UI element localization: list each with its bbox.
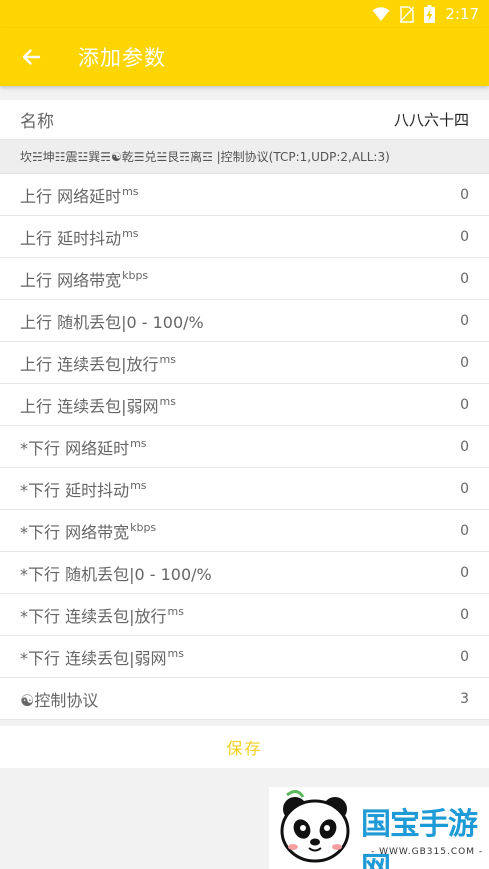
- param-value[interactable]: 0: [460, 313, 469, 329]
- param-label-text: *下行 网络带宽: [20, 522, 130, 542]
- param-label: *下行 网络延时ms: [20, 435, 147, 459]
- param-unit: ms: [130, 436, 147, 450]
- param-value[interactable]: 0: [460, 271, 469, 287]
- battery-charging-icon: [424, 5, 436, 23]
- param-row[interactable]: 上行 随机丢包|0 - 100/% 0: [0, 300, 489, 342]
- param-unit: ms: [130, 478, 147, 492]
- param-row[interactable]: *下行 随机丢包|0 - 100/% 0: [0, 552, 489, 594]
- param-row[interactable]: 上行 网络带宽kbps 0: [0, 258, 489, 300]
- param-label: *下行 延时抖动ms: [20, 477, 147, 501]
- param-label: 上行 连续丢包|放行ms: [20, 351, 176, 375]
- save-bar: 保存: [0, 726, 489, 768]
- param-unit: ms: [167, 646, 184, 660]
- param-label-text: 上行 延时抖动: [20, 228, 122, 248]
- name-field-label: 名称: [20, 112, 54, 132]
- panda-logo-icon: [280, 790, 350, 863]
- param-row[interactable]: 上行 连续丢包|弱网ms 0: [0, 384, 489, 426]
- param-value[interactable]: 0: [460, 439, 469, 455]
- param-label-text: 上行 连续丢包|放行: [20, 354, 159, 374]
- param-unit: ms: [159, 352, 176, 366]
- param-value[interactable]: 0: [460, 355, 469, 371]
- page-title: 添加参数: [78, 46, 166, 70]
- param-unit: ms: [122, 184, 139, 198]
- watermark-brand: 国宝手游网: [361, 807, 478, 869]
- param-value[interactable]: 0: [460, 229, 469, 245]
- param-value[interactable]: 0: [460, 481, 469, 497]
- param-label: 上行 网络带宽kbps: [20, 267, 148, 291]
- name-field-value[interactable]: 八八六十四: [394, 109, 469, 130]
- param-row[interactable]: 上行 延时抖动ms 0: [0, 216, 489, 258]
- param-label: 上行 随机丢包|0 - 100/%: [20, 309, 204, 333]
- param-row[interactable]: *下行 连续丢包|放行ms 0: [0, 594, 489, 636]
- param-unit: kbps: [130, 520, 157, 534]
- param-row[interactable]: *下行 网络带宽kbps 0: [0, 510, 489, 552]
- param-row[interactable]: *下行 连续丢包|弱网ms 0: [0, 636, 489, 678]
- watermark-url: - WWW.GB315.COM -: [371, 847, 484, 857]
- param-value[interactable]: 0: [460, 565, 469, 581]
- param-value[interactable]: 0: [460, 187, 469, 203]
- param-label: 上行 网络延时ms: [20, 183, 139, 207]
- param-label: *下行 网络带宽kbps: [20, 519, 156, 543]
- wifi-icon: [372, 7, 390, 21]
- status-icons: 2:17: [372, 4, 479, 24]
- param-label-text: 上行 随机丢包|0 - 100/%: [20, 312, 204, 332]
- param-label-text: 上行 网络带宽: [20, 270, 122, 290]
- param-label-text: *下行 延时抖动: [20, 480, 130, 500]
- param-label-text: ☯控制协议: [20, 690, 99, 710]
- name-field-row[interactable]: 名称 八八六十四: [0, 100, 489, 140]
- param-list: 名称 八八六十四 坎☵坤☷震☳巽☴☯乾☰兑☱艮☶离☲ |控制协议(TCP:1,U…: [0, 100, 489, 720]
- param-row[interactable]: ☯控制协议 3: [0, 678, 489, 720]
- status-time: 2:17: [445, 5, 479, 23]
- param-unit: ms: [159, 394, 176, 408]
- param-label-text: *下行 网络延时: [20, 438, 130, 458]
- param-unit: ms: [122, 226, 139, 240]
- param-row[interactable]: 上行 连续丢包|放行ms 0: [0, 342, 489, 384]
- param-label-text: 上行 连续丢包|弱网: [20, 396, 159, 416]
- save-button[interactable]: 保存: [226, 735, 262, 759]
- param-label: 上行 连续丢包|弱网ms: [20, 393, 176, 417]
- arrow-left-icon: [22, 49, 41, 65]
- status-bar: 2:17: [0, 0, 489, 28]
- param-unit: kbps: [122, 268, 149, 282]
- param-label: ☯控制协议: [20, 687, 98, 711]
- param-label: *下行 连续丢包|放行ms: [20, 603, 184, 627]
- param-label: *下行 连续丢包|弱网ms: [20, 645, 184, 669]
- param-value[interactable]: 3: [460, 691, 469, 707]
- param-row[interactable]: 上行 网络延时ms 0: [0, 174, 489, 216]
- param-label-text: 上行 网络延时: [20, 186, 122, 206]
- param-label-text: *下行 随机丢包|0 - 100/%: [20, 564, 212, 584]
- param-label: *下行 随机丢包|0 - 100/%: [20, 561, 212, 585]
- param-rows: 上行 网络延时ms 0 上行 延时抖动ms 0 上行 网络带宽kbps 0 上行 随机丢包|…: [0, 174, 489, 720]
- param-value[interactable]: 0: [460, 649, 469, 665]
- param-unit: ms: [167, 604, 184, 618]
- param-row[interactable]: *下行 延时抖动ms 0: [0, 468, 489, 510]
- app-bar: 添加参数: [0, 28, 489, 86]
- back-button[interactable]: [14, 40, 48, 74]
- param-value[interactable]: 0: [460, 607, 469, 623]
- no-sim-icon: [400, 5, 415, 23]
- param-row[interactable]: *下行 网络延时ms 0: [0, 426, 489, 468]
- watermark-logo: 国宝手游网 - WWW.GB315.COM -: [269, 787, 489, 869]
- param-label-text: *下行 连续丢包|放行: [20, 606, 167, 626]
- param-value[interactable]: 0: [460, 523, 469, 539]
- param-value[interactable]: 0: [460, 397, 469, 413]
- hint-text: 坎☵坤☷震☳巽☴☯乾☰兑☱艮☶离☲ |控制协议(TCP:1,UDP:2,ALL:…: [0, 140, 489, 174]
- param-label-text: *下行 连续丢包|弱网: [20, 648, 167, 668]
- param-label: 上行 延时抖动ms: [20, 225, 139, 249]
